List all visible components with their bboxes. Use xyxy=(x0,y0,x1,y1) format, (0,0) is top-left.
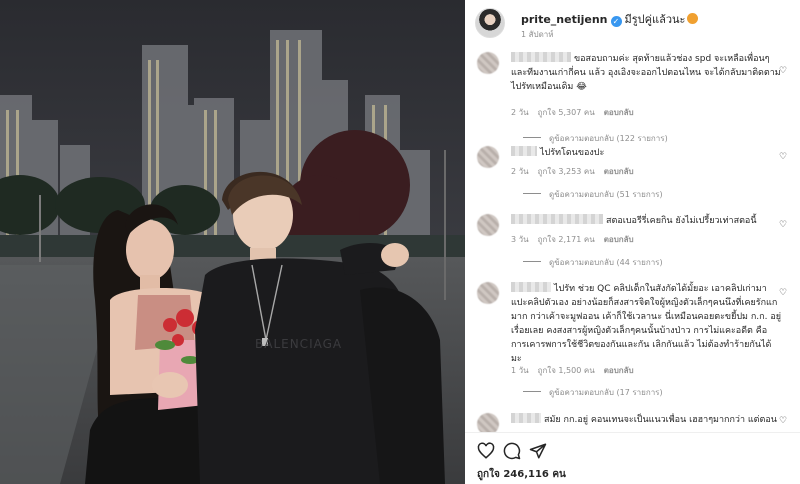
commenter-username-blurred[interactable] xyxy=(511,413,541,423)
view-replies-link[interactable]: ดูข้อความตอบกลับ (122 รายการ) xyxy=(523,132,668,145)
comment-like-heart-icon[interactable]: ♡ xyxy=(779,152,789,162)
commenter-username-blurred[interactable] xyxy=(511,214,603,224)
reply-button[interactable]: ตอบกลับ xyxy=(604,167,634,176)
comment-body: ขอสอบถามค่ะ สุดท้ายแล้วช่อง spd จะเหลือเ… xyxy=(511,52,781,94)
shirt-brand-text: BALENCIAGA xyxy=(255,337,342,351)
reply-button[interactable]: ตอบกลับ xyxy=(604,366,634,375)
comment-bubble-icon[interactable] xyxy=(503,442,521,460)
commenter-avatar[interactable] xyxy=(477,214,499,236)
comment-text: ไปรัทโดนของปะ xyxy=(540,148,605,158)
commenter-avatar[interactable] xyxy=(477,282,499,304)
commenter-avatar[interactable] xyxy=(477,413,499,432)
comment-meta: 1 วัน ถูกใจ 1,500 คน ตอบกลับ xyxy=(511,364,643,377)
comment-like-heart-icon[interactable]: ♡ xyxy=(779,66,789,76)
comment-meta: 2 วัน ถูกใจ 3,253 คน ตอบกลับ xyxy=(511,165,643,178)
post-photo: BALENCIAGA xyxy=(0,0,465,484)
heart-outline-icon[interactable] xyxy=(477,442,495,460)
view-replies-link[interactable]: ดูข้อความตอบกลับ (17 รายการ) xyxy=(523,386,663,399)
comment-likes[interactable]: ถูกใจ 5,307 คน xyxy=(538,108,595,117)
comment-text: สมัย กก.อยู่ คอนเทนจะเป็นแนวเพื่อน เฮฮาๆ… xyxy=(544,415,777,425)
reply-button[interactable]: ตอบกลับ xyxy=(604,108,634,117)
comment-like-heart-icon[interactable]: ♡ xyxy=(779,288,789,298)
post-header: prite_netijenn ✓ มีรูปคู่แล้วนะ 1 สัปดาห์ xyxy=(475,6,795,42)
comment-body: สมัย กก.อยู่ คอนเทนจะเป็นแนวเพื่อน เฮฮาๆ… xyxy=(511,413,781,427)
post-caption: มีรูปคู่แล้วนะ xyxy=(624,13,686,26)
verified-badge-icon: ✓ xyxy=(610,16,622,27)
comment-age: 3 วัน xyxy=(511,235,529,244)
author-avatar[interactable] xyxy=(475,8,505,38)
post-like-count[interactable]: ถูกใจ 246,116 คน xyxy=(477,467,566,482)
author-username[interactable]: prite_netijenn xyxy=(521,13,608,26)
comment-body: สตอเบอรีรี่เคยกิน ยังไม่เปรี้ยวเท่าสตอนี… xyxy=(511,214,781,228)
commenter-username-blurred[interactable] xyxy=(511,282,551,292)
comment-likes[interactable]: ถูกใจ 3,253 คน xyxy=(538,167,595,176)
post-side-panel: prite_netijenn ✓ มีรูปคู่แล้วนะ 1 สัปดาห์ … xyxy=(465,0,800,484)
post-time[interactable]: 1 สัปดาห์ xyxy=(521,28,554,41)
comment-age: 2 วัน xyxy=(511,167,529,176)
comment-item: สตอเบอรีรี่เคยกิน ยังไม่เปรี้ยวเท่าสตอนี… xyxy=(475,214,795,274)
comment-meta: 3 วัน ถูกใจ 2,171 คน ตอบกลับ xyxy=(511,233,643,246)
paper-plane-icon[interactable] xyxy=(529,442,547,460)
commenter-avatar[interactable] xyxy=(477,146,499,168)
comment-like-heart-icon[interactable]: ♡ xyxy=(779,416,789,426)
comment-body: ไปรัทโดนของปะ xyxy=(511,146,781,160)
comment-age: 2 วัน xyxy=(511,108,529,117)
comment-item: สมัย กก.อยู่ คอนเทนจะเป็นแนวเพื่อน เฮฮาๆ… xyxy=(475,413,795,432)
post-actions-bar: ถูกใจ 246,116 คน xyxy=(465,432,800,484)
post-caption-line: prite_netijenn ✓ มีรูปคู่แล้วนะ xyxy=(521,10,699,28)
smile-emoji-icon xyxy=(687,13,699,24)
comment-body: ไปรัท ช่วย QC คลิปเด็กในสังกัดได้มั้ยอะ … xyxy=(511,282,781,366)
commenter-avatar[interactable] xyxy=(477,52,499,74)
comment-meta: 2 วัน ถูกใจ 5,307 คน ตอบกลับ xyxy=(511,106,643,119)
comment-age: 1 วัน xyxy=(511,366,529,375)
comment-like-heart-icon[interactable]: ♡ xyxy=(779,220,789,230)
reply-button[interactable]: ตอบกลับ xyxy=(604,235,634,244)
comment-text: สตอเบอรีรี่เคยกิน ยังไม่เปรี้ยวเท่าสตอนี… xyxy=(606,216,757,226)
comment-likes[interactable]: ถูกใจ 2,171 คน xyxy=(538,235,595,244)
commenter-username-blurred[interactable] xyxy=(511,146,537,156)
comment-item: ไปรัท ช่วย QC คลิปเด็กในสังกัดได้มั้ยอะ … xyxy=(475,282,795,402)
comment-item: ขอสอบถามค่ะ สุดท้ายแล้วช่อง spd จะเหลือเ… xyxy=(475,52,795,148)
view-replies-link[interactable]: ดูข้อความตอบกลับ (44 รายการ) xyxy=(523,256,663,269)
view-replies-link[interactable]: ดูข้อความตอบกลับ (51 รายการ) xyxy=(523,188,663,201)
comment-likes[interactable]: ถูกใจ 1,500 คน xyxy=(538,366,595,375)
comments-list: ขอสอบถามค่ะ สุดท้ายแล้วช่อง spd จะเหลือเ… xyxy=(465,42,800,432)
commenter-username-blurred[interactable] xyxy=(511,52,571,62)
comment-item: ไปรัทโดนของปะ 2 วัน ถูกใจ 3,253 คน ตอบกลับ… xyxy=(475,146,795,206)
comment-text: ไปรัท ช่วย QC คลิปเด็กในสังกัดได้มั้ยอะ … xyxy=(511,284,782,364)
photo-illustration: BALENCIAGA xyxy=(0,0,465,484)
